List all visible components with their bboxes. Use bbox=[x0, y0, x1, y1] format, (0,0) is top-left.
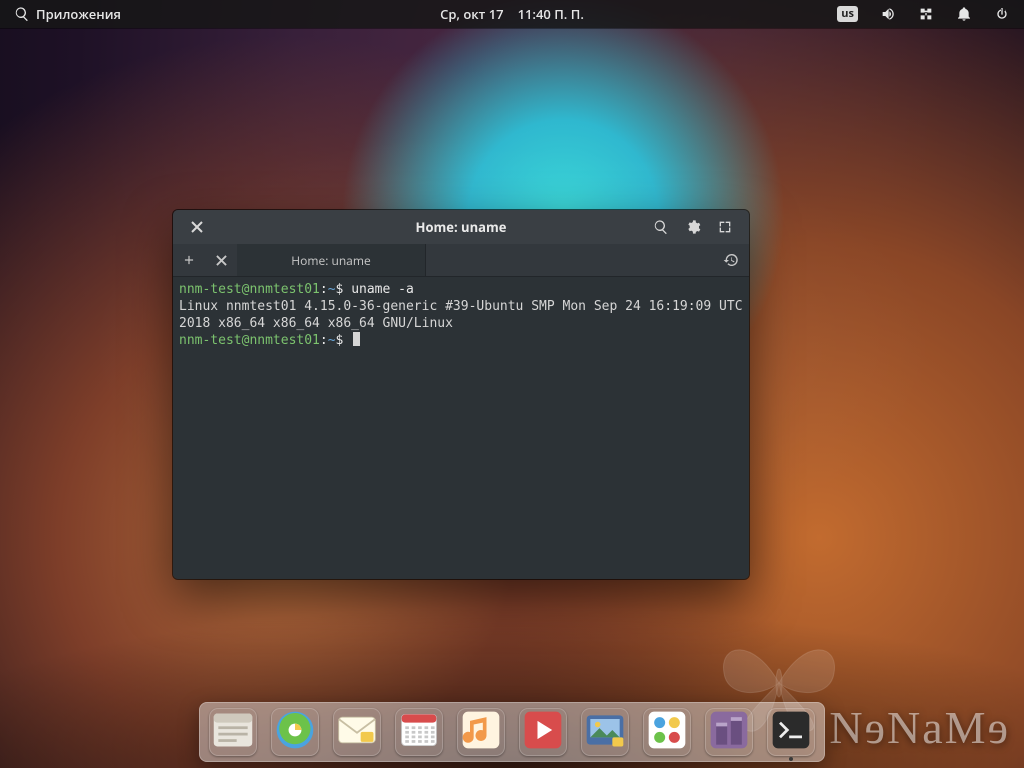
photos-icon bbox=[583, 708, 627, 757]
watermark-text: NɘNaMɘ bbox=[829, 701, 1010, 754]
power-icon bbox=[994, 6, 1010, 22]
web-browser-icon bbox=[273, 708, 317, 757]
files-icon bbox=[211, 708, 255, 757]
dock-item-web-browser[interactable] bbox=[271, 708, 319, 756]
dock-item-appcenter[interactable] bbox=[705, 708, 753, 756]
terminal-tab[interactable]: Home: uname bbox=[237, 244, 426, 276]
close-tab-button[interactable] bbox=[205, 244, 237, 276]
dock-item-videos[interactable] bbox=[519, 708, 567, 756]
gear-icon bbox=[685, 219, 701, 235]
clock-time: 11:40 П. П. bbox=[518, 5, 584, 23]
dock-item-switchboard[interactable] bbox=[643, 708, 691, 756]
clock[interactable]: Ср, окт 17 11:40 П. П. bbox=[440, 5, 584, 23]
volume-icon bbox=[880, 6, 896, 22]
new-tab-button[interactable] bbox=[173, 244, 205, 276]
dock-item-mail[interactable] bbox=[333, 708, 381, 756]
bell-icon bbox=[956, 6, 972, 22]
videos-icon bbox=[521, 708, 565, 757]
search-icon bbox=[653, 219, 669, 235]
terminal-tabbar: Home: uname bbox=[173, 244, 749, 277]
sound-indicator[interactable] bbox=[880, 6, 896, 22]
network-icon bbox=[918, 6, 934, 22]
network-indicator[interactable] bbox=[918, 6, 934, 22]
dock-item-calendar[interactable] bbox=[395, 708, 443, 756]
switchboard-icon bbox=[645, 708, 689, 757]
dock-item-music[interactable] bbox=[457, 708, 505, 756]
window-maximize-button[interactable] bbox=[711, 213, 739, 241]
terminal-output[interactable]: nnm-test@nnmtest01:~$ uname -aLinux nnmt… bbox=[173, 277, 749, 579]
terminal-line: Linux nnmtest01 4.15.0-36-generic #39-Ub… bbox=[179, 298, 743, 332]
terminal-settings-button[interactable] bbox=[679, 213, 707, 241]
keyboard-layout-indicator[interactable]: us bbox=[837, 6, 858, 22]
terminal-search-button[interactable] bbox=[647, 213, 675, 241]
music-icon bbox=[459, 708, 503, 757]
plus-icon bbox=[182, 253, 196, 267]
top-panel: Приложения Ср, окт 17 11:40 П. П. us bbox=[0, 0, 1024, 28]
session-indicator[interactable] bbox=[994, 6, 1010, 22]
close-icon bbox=[216, 255, 227, 266]
terminal-line: nnm-test@nnmtest01:~$ bbox=[179, 332, 743, 349]
clock-date: Ср, окт 17 bbox=[440, 5, 503, 23]
history-icon bbox=[723, 252, 739, 268]
window-close-button[interactable] bbox=[183, 213, 211, 241]
mail-icon bbox=[335, 708, 379, 757]
terminal-line: nnm-test@nnmtest01:~$ uname -a bbox=[179, 281, 743, 298]
search-icon bbox=[14, 6, 30, 22]
terminal-titlebar[interactable]: Home: uname bbox=[173, 210, 749, 244]
maximize-icon bbox=[717, 219, 733, 235]
tab-title: Home: uname bbox=[291, 252, 370, 269]
dock-item-files[interactable] bbox=[209, 708, 257, 756]
dock bbox=[199, 702, 825, 762]
applications-menu[interactable]: Приложения bbox=[14, 5, 121, 23]
terminal-window[interactable]: Home: uname Home: uname nnm-test@nnmtest… bbox=[173, 210, 749, 579]
applications-label: Приложения bbox=[36, 5, 121, 23]
dock-item-terminal[interactable] bbox=[767, 708, 815, 756]
terminal-icon bbox=[769, 708, 813, 757]
close-icon bbox=[191, 221, 203, 233]
notifications-indicator[interactable] bbox=[956, 6, 972, 22]
appcenter-icon bbox=[707, 708, 751, 757]
dock-item-photos[interactable] bbox=[581, 708, 629, 756]
calendar-icon bbox=[397, 708, 441, 757]
history-button[interactable] bbox=[713, 244, 749, 276]
